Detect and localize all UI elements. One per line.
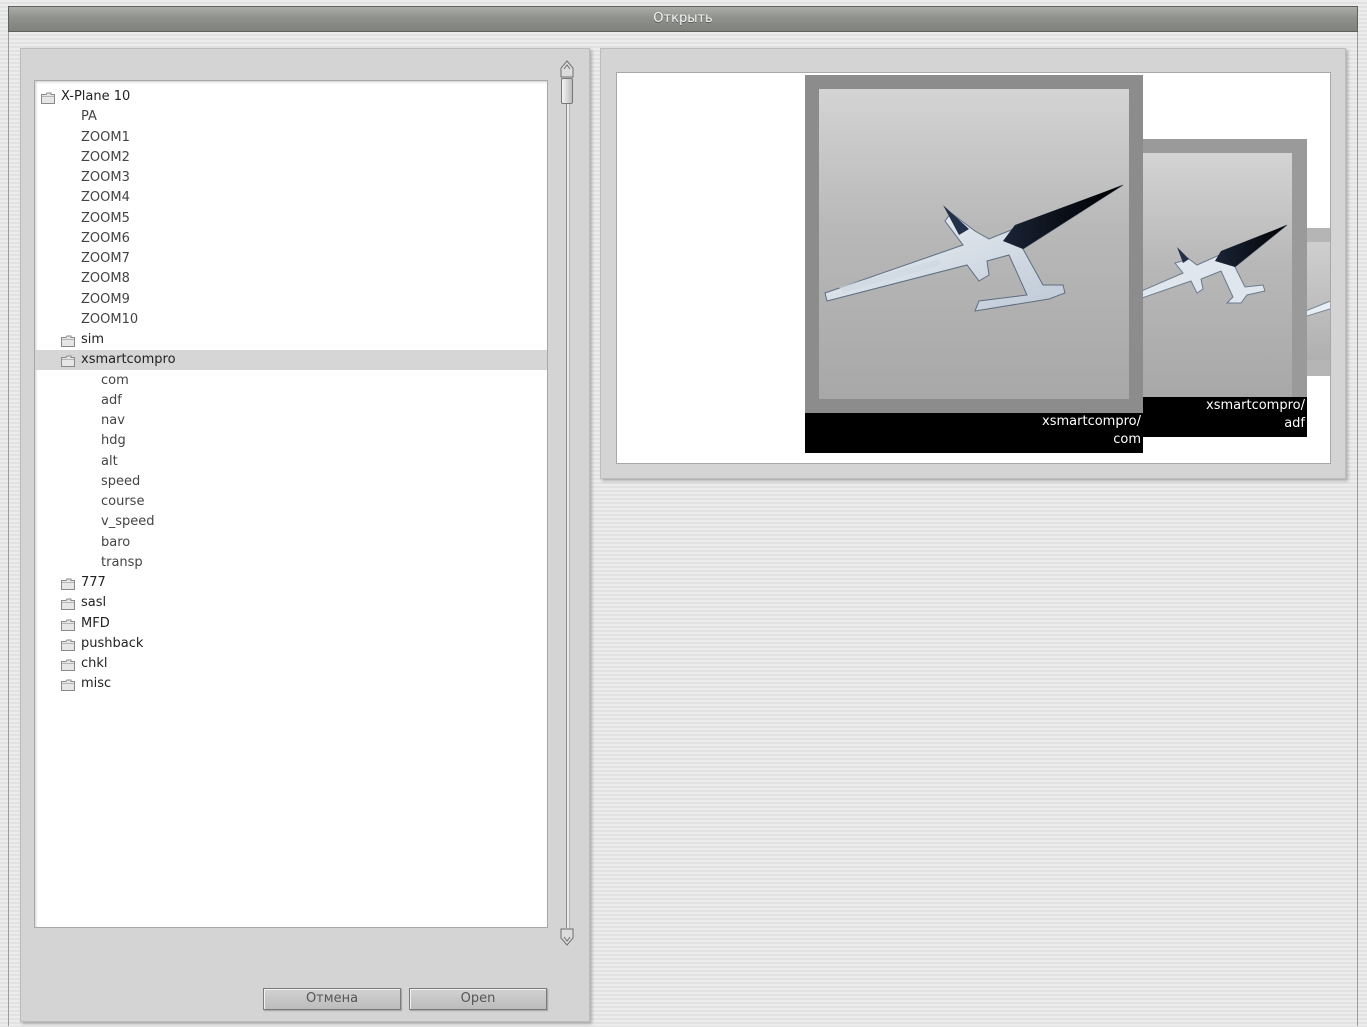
tree-item-label: ZOOM5 bbox=[81, 210, 130, 226]
tree-folder-item[interactable]: pushback bbox=[35, 634, 547, 654]
tree-item-label: xsmartcompro bbox=[81, 352, 176, 368]
tree-leaf-item[interactable]: ZOOM10 bbox=[35, 310, 547, 330]
tree-leaf-item[interactable]: ZOOM7 bbox=[35, 249, 547, 269]
tree-item-label: course bbox=[101, 494, 145, 509]
tree-item-label: nav bbox=[101, 413, 125, 428]
tree-folder-item[interactable]: chkl bbox=[35, 654, 547, 674]
tree-item-label: PA bbox=[81, 109, 97, 125]
tree-item-label: com bbox=[101, 372, 129, 388]
tree-folder-item[interactable]: misc bbox=[35, 674, 547, 694]
folder-icon bbox=[61, 334, 75, 347]
tree-leaf-item[interactable]: adf bbox=[35, 391, 547, 411]
file-tree[interactable]: X-Plane 10 PA ZOOM1 ZOOM2 ZOOM3 ZOOM4 ZOOM5 ZOO… bbox=[34, 80, 548, 928]
tree-folder-item[interactable]: X-Plane 10 bbox=[35, 87, 547, 107]
tree-folder-item[interactable]: xsmartcompro bbox=[35, 350, 547, 371]
airplane-icon bbox=[1137, 224, 1288, 304]
tree-leaf-item[interactable]: speed bbox=[35, 472, 547, 492]
window-title-bar[interactable]: Открыть bbox=[8, 6, 1358, 32]
tree-folder-item[interactable]: MFD bbox=[35, 614, 547, 634]
folder-icon bbox=[61, 678, 75, 692]
preview-area: xsmartcompro/ adf xsmartcompro/ com bbox=[616, 72, 1331, 464]
tree-leaf-item[interactable]: transp bbox=[35, 553, 547, 573]
tree-item-label: chkl bbox=[81, 656, 108, 671]
tree-folder-item[interactable]: 777 bbox=[35, 573, 547, 593]
tree-item-label: transp bbox=[101, 554, 143, 570]
tree-item-label: ZOOM1 bbox=[81, 129, 130, 145]
scrollbar-thumb[interactable] bbox=[561, 78, 573, 104]
tree-item-label: ZOOM7 bbox=[81, 251, 130, 266]
tree-item-label: 777 bbox=[81, 575, 106, 590]
caption-line-2: com bbox=[1113, 432, 1141, 447]
tree-folder-item[interactable]: sim bbox=[35, 330, 547, 350]
tree-leaf-item[interactable]: ZOOM3 bbox=[35, 168, 547, 188]
tree-leaf-item[interactable]: ZOOM9 bbox=[35, 290, 547, 310]
tree-item-label: ZOOM4 bbox=[81, 190, 130, 206]
preview-image bbox=[1137, 153, 1292, 397]
caption-line-1: xsmartcompro/ bbox=[1206, 398, 1305, 413]
tree-leaf-item[interactable]: alt bbox=[35, 452, 547, 472]
tree-leaf-item[interactable]: PA bbox=[35, 107, 547, 127]
preview-card-adf[interactable]: xsmartcompro/ adf bbox=[1137, 139, 1307, 437]
caption-line-1: xsmartcompro/ bbox=[1042, 414, 1141, 429]
folder-icon bbox=[41, 91, 55, 104]
tree-item-label: misc bbox=[81, 676, 112, 692]
tree-item-label: ZOOM3 bbox=[81, 170, 130, 185]
tree-item-label: ZOOM8 bbox=[81, 271, 130, 287]
tree-leaf-item[interactable]: nav bbox=[35, 411, 547, 431]
window-title: Открыть bbox=[653, 11, 713, 26]
tree-item-label: ZOOM2 bbox=[81, 149, 130, 165]
tree-leaf-item[interactable]: ZOOM6 bbox=[35, 229, 547, 249]
preview-card-caption: xsmartcompro/ adf bbox=[1137, 397, 1307, 437]
tree-leaf-item[interactable]: v_speed bbox=[35, 512, 547, 532]
scroll-up-arrow-icon[interactable] bbox=[560, 60, 574, 78]
tree-item-label: sim bbox=[81, 332, 105, 347]
tree-item-label: ZOOM6 bbox=[81, 230, 130, 246]
preview-card-caption: xsmartcompro/ com bbox=[805, 413, 1143, 453]
airplane-icon bbox=[824, 184, 1124, 312]
preview-card-com[interactable]: xsmartcompro/ com bbox=[805, 75, 1143, 453]
tree-item-label: adf bbox=[101, 392, 122, 408]
tree-item-label: pushback bbox=[81, 635, 144, 651]
tree-leaf-item[interactable]: ZOOM2 bbox=[35, 148, 547, 168]
folder-icon bbox=[61, 658, 75, 671]
tree-leaf-item[interactable]: com bbox=[35, 371, 547, 391]
tree-item-label: alt bbox=[101, 453, 118, 469]
tree-item-label: speed bbox=[101, 473, 141, 489]
tree-item-label: baro bbox=[101, 534, 131, 550]
tree-item-label: sasl bbox=[81, 595, 107, 611]
tree-leaf-item[interactable]: ZOOM1 bbox=[35, 128, 547, 148]
tree-leaf-item[interactable]: baro bbox=[35, 533, 547, 553]
folder-icon bbox=[61, 354, 75, 368]
scrollbar-track[interactable] bbox=[566, 96, 570, 928]
folder-icon bbox=[61, 577, 75, 590]
tree-item-label: X-Plane 10 bbox=[61, 89, 131, 104]
tree-item-label: ZOOM9 bbox=[81, 291, 130, 307]
preview-image bbox=[819, 89, 1129, 399]
folder-icon bbox=[61, 597, 75, 611]
tree-leaf-item[interactable]: hdg bbox=[35, 431, 547, 451]
tree-leaf-item[interactable]: ZOOM4 bbox=[35, 188, 547, 208]
tree-leaf-item[interactable]: ZOOM5 bbox=[35, 209, 547, 229]
cancel-button[interactable]: Отмена bbox=[263, 988, 401, 1010]
tree-item-label: MFD bbox=[81, 615, 110, 631]
tree-item-label: ZOOM10 bbox=[81, 311, 139, 327]
tree-item-label: v_speed bbox=[101, 514, 155, 530]
caption-line-2: adf bbox=[1284, 416, 1305, 431]
tree-leaf-item[interactable]: ZOOM8 bbox=[35, 269, 547, 289]
tree-item-label: hdg bbox=[101, 433, 126, 449]
scroll-down-arrow-icon[interactable] bbox=[560, 928, 574, 946]
folder-icon bbox=[61, 638, 75, 651]
folder-icon bbox=[61, 618, 75, 631]
tree-leaf-item[interactable]: course bbox=[35, 492, 547, 512]
tree-folder-item[interactable]: sasl bbox=[35, 593, 547, 613]
open-button[interactable]: Open bbox=[409, 988, 547, 1010]
